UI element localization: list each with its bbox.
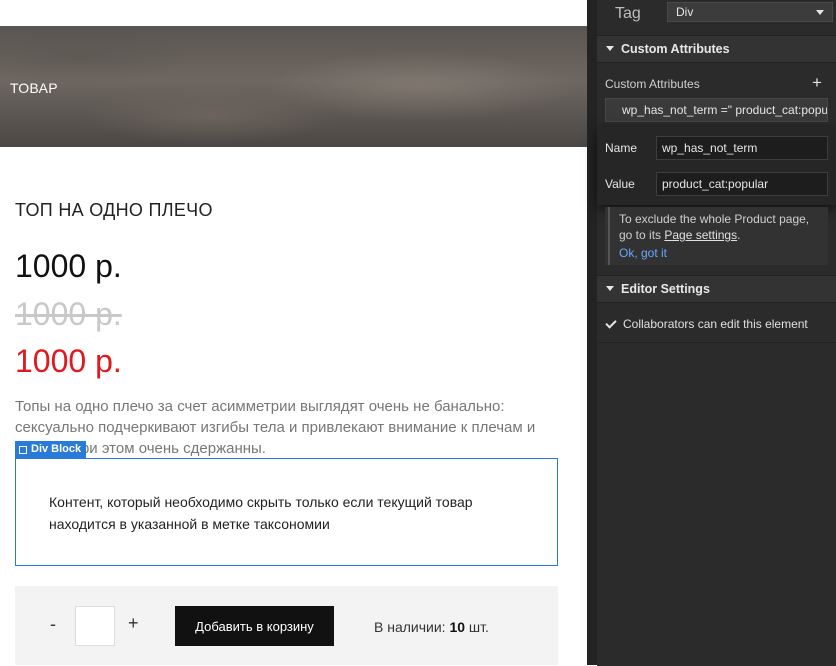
tag-label: Tag <box>615 5 641 22</box>
add-to-cart-button[interactable]: Добавить в корзину <box>175 606 334 646</box>
stock-unit: шт. <box>468 619 489 635</box>
info-text-end: . <box>737 228 741 242</box>
collapse-triangle-icon <box>606 286 614 291</box>
selected-div-block[interactable]: Контент, который необходимо скрыть тольк… <box>15 458 558 566</box>
ok-got-it-link[interactable]: Ok, got it <box>619 246 667 260</box>
custom-attributes-header-label: Custom Attributes <box>621 42 730 56</box>
quantity-increase-button[interactable]: + <box>128 613 139 634</box>
quantity-input[interactable] <box>75 606 115 646</box>
editor-settings-section-header[interactable]: Editor Settings <box>597 275 836 303</box>
tag-select-value: Div <box>676 5 694 19</box>
hero-banner: ТОВАР <box>0 26 587 147</box>
attribute-edit-popover: Name wp_has_not_term Value product_cat:p… <box>597 127 836 205</box>
attribute-value-input[interactable]: product_cat:popular <box>656 172 828 196</box>
page-settings-link[interactable]: Page settings <box>664 228 737 242</box>
editor-settings-header-label: Editor Settings <box>621 282 710 296</box>
chevron-down-icon <box>816 10 824 15</box>
collaborators-label: Collaborators can edit this element <box>623 317 808 331</box>
value-label: Value <box>605 177 635 191</box>
hero-title: ТОВАР <box>10 80 58 96</box>
designer-canvas: ТОВАР ТОП НА ОДНО ПЛЕЧО 1000 р. 1000 р. … <box>0 0 587 665</box>
info-text: To exclude the whole Product page, go to… <box>619 211 824 243</box>
attribute-name-input[interactable]: wp_has_not_term <box>656 136 828 160</box>
tag-select[interactable]: Div <box>667 2 833 22</box>
price-sale: 1000 р. <box>15 343 122 379</box>
price-current: 1000 р. <box>15 248 122 284</box>
info-notice: To exclude the whole Product page, go to… <box>605 207 828 265</box>
stock-status: В наличии: 10 шт. <box>374 619 489 635</box>
product-description: Топы на одно плечо за счет асимметрии вы… <box>15 398 536 457</box>
stock-label: В наличии: <box>374 619 446 635</box>
info-accent-bar <box>608 207 610 265</box>
div-block-icon <box>19 445 27 454</box>
element-badge-label: Div Block <box>31 443 82 455</box>
add-attribute-icon[interactable]: + <box>812 73 822 93</box>
collapse-triangle-icon <box>606 46 614 51</box>
panel-empty-area <box>597 342 836 666</box>
collaborators-checkbox-row[interactable]: Collaborators can edit this element <box>605 316 808 332</box>
name-label: Name <box>605 141 638 155</box>
stock-count: 10 <box>449 619 466 635</box>
quantity-decrease-button[interactable]: - <box>50 614 56 635</box>
custom-attributes-section-header[interactable]: Custom Attributes <box>597 35 836 63</box>
checkmark-icon[interactable] <box>605 318 617 330</box>
add-to-cart-form: - + Добавить в корзину В наличии: 10 шт. <box>15 586 558 665</box>
panel-divider <box>587 0 597 665</box>
element-badge[interactable]: Div Block <box>15 441 87 458</box>
custom-attributes-label: Custom Attributes <box>605 77 700 91</box>
hidden-content-text: Контент, который необходимо скрыть тольк… <box>49 494 473 532</box>
product-title: ТОП НА ОДНО ПЛЕЧО <box>15 200 213 220</box>
price-old: 1000 р. <box>15 296 122 332</box>
custom-attribute-item[interactable]: wp_has_not_term =" product_cat:popular" <box>605 98 828 122</box>
tag-row: Tag Div <box>597 0 836 26</box>
